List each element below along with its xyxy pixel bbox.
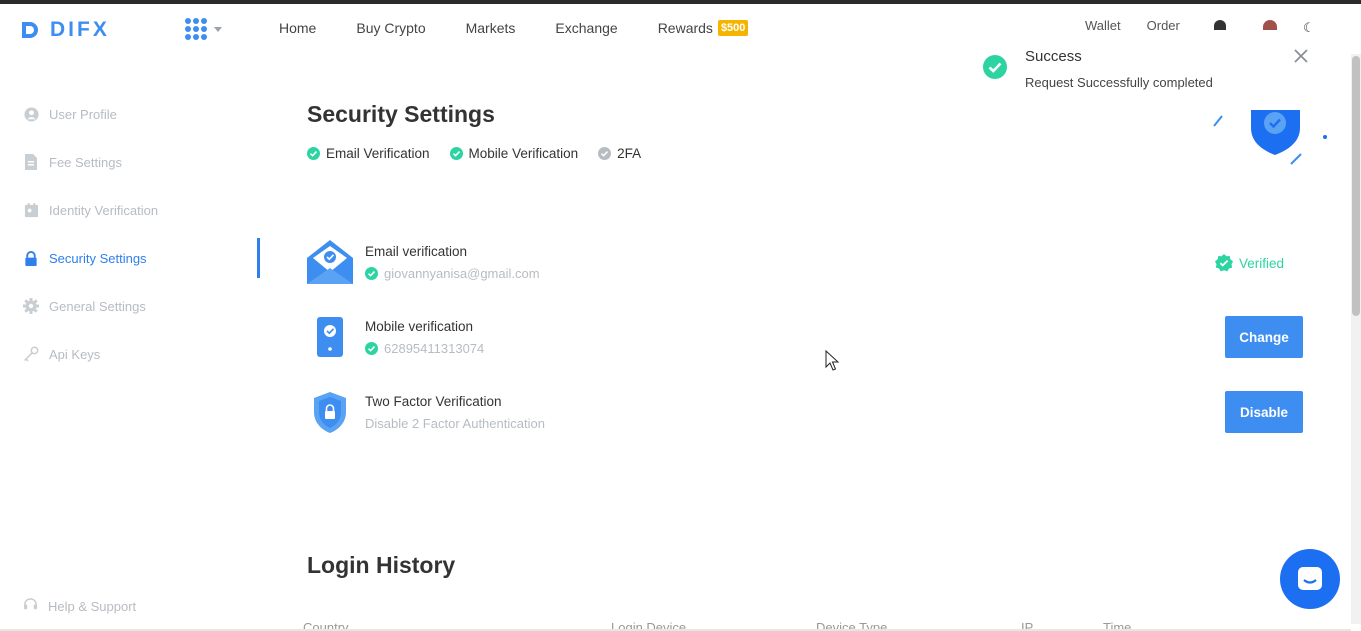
verified-badge-icon bbox=[1215, 254, 1233, 272]
phone-value: 62895411313074 bbox=[384, 341, 485, 356]
login-history-title: Login History bbox=[307, 552, 456, 578]
mouse-cursor-icon bbox=[825, 350, 839, 371]
apps-grid-icon bbox=[185, 18, 207, 40]
sidebar-item-label: Fee Settings bbox=[49, 154, 122, 170]
chevron-down-icon bbox=[214, 26, 222, 32]
document-icon bbox=[23, 154, 39, 170]
change-button[interactable]: Change bbox=[1225, 316, 1303, 358]
sidebar-item-label: User Profile bbox=[49, 106, 117, 122]
nav-rewards-label: Rewards bbox=[657, 20, 713, 36]
bell-icon[interactable] bbox=[1214, 20, 1226, 30]
headset-icon bbox=[23, 597, 38, 615]
status-mobile: Mobile Verification bbox=[449, 146, 579, 161]
help-support-label: Help & Support bbox=[48, 598, 137, 614]
avatar[interactable] bbox=[1263, 20, 1277, 30]
sidebar-item-label: Security Settings bbox=[49, 250, 147, 266]
email-verification-row: Email verification giovannyanisa@gmail.c… bbox=[307, 240, 1307, 290]
toast-title: Success bbox=[1025, 48, 1082, 65]
status-email: Email Verification bbox=[307, 146, 430, 161]
verification-value: giovannyanisa@gmail.com bbox=[365, 266, 540, 281]
lock-icon bbox=[23, 250, 39, 266]
close-icon[interactable] bbox=[1291, 46, 1311, 66]
email-value: giovannyanisa@gmail.com bbox=[384, 266, 540, 281]
gear-icon bbox=[23, 298, 39, 314]
sidebar-item-label: Identity Verification bbox=[49, 202, 159, 218]
sidebar-item-label: Api Keys bbox=[49, 346, 101, 362]
status-label: Mobile Verification bbox=[468, 146, 579, 161]
sidebar: User Profile Fee Settings Identity Verif… bbox=[0, 90, 260, 378]
verification-title: Email verification bbox=[365, 244, 468, 259]
scrollbar-thumb[interactable] bbox=[1352, 56, 1360, 316]
difx-logo-icon bbox=[22, 22, 38, 38]
status-label: 2FA bbox=[617, 146, 642, 161]
right-nav: Wallet Order bbox=[1085, 18, 1206, 30]
sidebar-item-api-keys[interactable]: Api Keys bbox=[0, 330, 260, 378]
nav-rewards[interactable]: Rewards $500 bbox=[658, 20, 749, 36]
verification-value: 62895411313074 bbox=[365, 341, 484, 356]
verification-title: Mobile verification bbox=[365, 319, 474, 334]
sidebar-item-label: General Settings bbox=[49, 298, 146, 314]
security-shield-illustration bbox=[1213, 110, 1327, 165]
logo[interactable]: DIFX bbox=[20, 18, 110, 42]
check-circle-icon bbox=[598, 147, 612, 160]
sidebar-item-user-profile[interactable]: User Profile bbox=[0, 90, 260, 138]
nav-exchange[interactable]: Exchange bbox=[555, 20, 617, 36]
mobile-verification-row: Mobile verification 62895411313074 Chang… bbox=[307, 315, 1307, 365]
verification-value: Disable 2 Factor Authentication bbox=[365, 416, 545, 431]
disable-button[interactable]: Disable bbox=[1225, 391, 1303, 433]
status-2fa: 2FA bbox=[598, 146, 641, 161]
success-toast: Success Request Successfully completed bbox=[965, 32, 1325, 106]
rewards-badge: $500 bbox=[717, 20, 749, 36]
nav-order[interactable]: Order bbox=[1147, 18, 1180, 30]
sidebar-item-security-settings[interactable]: Security Settings bbox=[0, 234, 260, 282]
two-factor-row: Two Factor Verification Disable 2 Factor… bbox=[307, 390, 1307, 440]
user-icon bbox=[23, 106, 39, 122]
sidebar-item-fee-settings[interactable]: Fee Settings bbox=[0, 138, 260, 186]
logo-text: DIFX bbox=[50, 18, 110, 41]
apps-menu-button[interactable] bbox=[185, 18, 222, 40]
page-title: Security Settings bbox=[307, 101, 495, 127]
success-check-icon bbox=[983, 55, 1007, 79]
verification-title: Two Factor Verification bbox=[365, 394, 502, 409]
mobile-phone-icon bbox=[317, 317, 343, 357]
status-label: Email Verification bbox=[326, 146, 430, 161]
key-icon bbox=[23, 346, 39, 362]
sidebar-item-identity-verification[interactable]: Identity Verification bbox=[0, 186, 260, 234]
id-card-icon bbox=[23, 202, 39, 218]
main-nav: Home Buy Crypto Markets Exchange Rewards… bbox=[279, 20, 788, 36]
help-support-link[interactable]: Help & Support bbox=[23, 597, 136, 615]
sidebar-item-general-settings[interactable]: General Settings bbox=[0, 282, 260, 330]
email-envelope-icon bbox=[307, 240, 353, 284]
verification-status-row: Email Verification Mobile Verification 2… bbox=[307, 146, 661, 161]
toast-message: Request Successfully completed bbox=[1025, 75, 1213, 90]
chat-support-button[interactable] bbox=[1280, 549, 1340, 609]
verified-label: Verified bbox=[1239, 255, 1285, 271]
nav-home[interactable]: Home bbox=[279, 20, 316, 36]
nav-buy-crypto[interactable]: Buy Crypto bbox=[356, 20, 425, 36]
nav-markets[interactable]: Markets bbox=[466, 20, 516, 36]
verified-status: Verified bbox=[1215, 254, 1284, 272]
check-circle-icon bbox=[307, 147, 320, 160]
shield-lock-icon bbox=[314, 392, 346, 433]
nav-wallet[interactable]: Wallet bbox=[1085, 18, 1121, 30]
check-circle-icon bbox=[365, 342, 378, 355]
check-circle-icon bbox=[365, 267, 378, 280]
check-circle-icon bbox=[449, 147, 463, 160]
chat-icon bbox=[1298, 567, 1322, 590]
theme-toggle-icon[interactable]: ☾ bbox=[1303, 20, 1315, 32]
